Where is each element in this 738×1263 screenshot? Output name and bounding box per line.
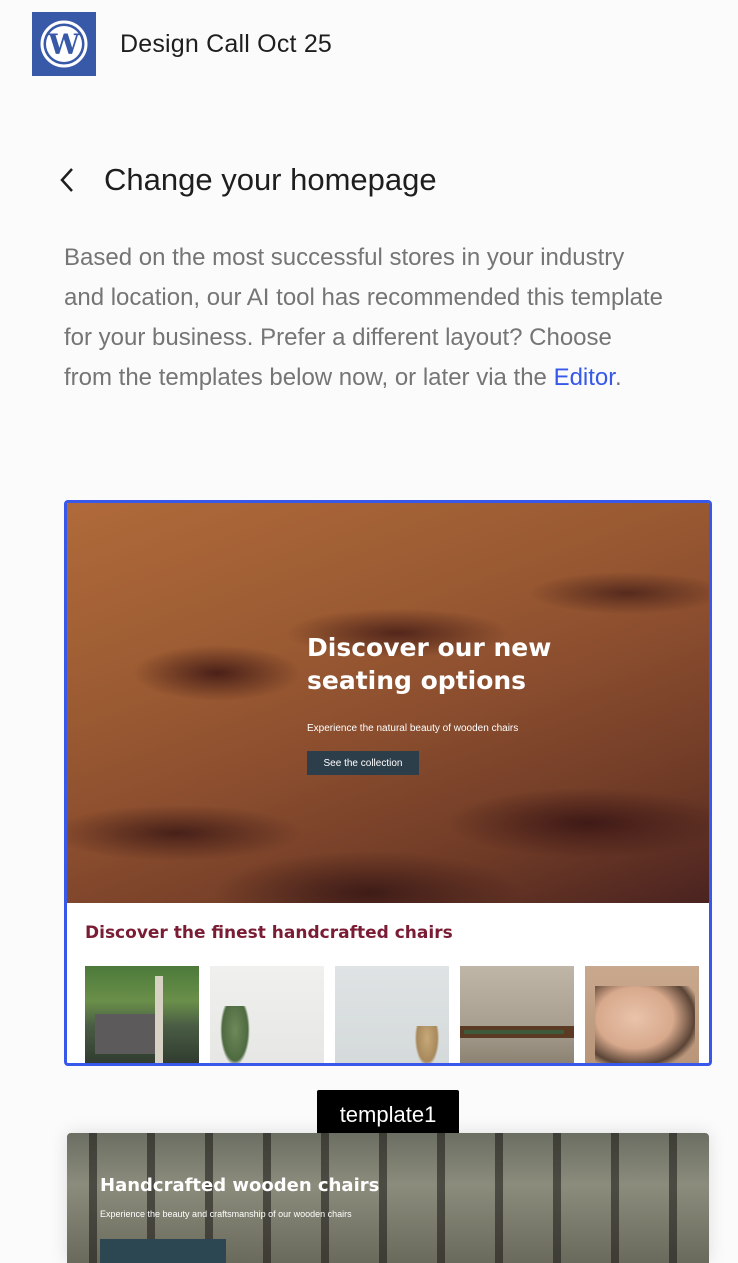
- hero-heading: Handcrafted wooden chairs: [100, 1175, 380, 1196]
- hero-button: [100, 1239, 226, 1263]
- hero-button: See the collection: [307, 751, 419, 775]
- thumbnail-dried-grass-image: [335, 966, 449, 1063]
- chevron-left-icon: [60, 168, 73, 192]
- thumbnail-hands-soil-image: [585, 966, 699, 1063]
- thumbnail-house-image: [85, 966, 199, 1063]
- hero-subtitle: Experience the natural beauty of wooden …: [307, 723, 519, 734]
- back-button[interactable]: [52, 164, 84, 196]
- site-title: Design Call Oct 25: [120, 30, 333, 58]
- thumbnail-plant-image: [210, 966, 324, 1063]
- panel-description: Based on the most successful stores in y…: [64, 238, 664, 398]
- svg-text:W: W: [47, 28, 80, 61]
- editor-link[interactable]: Editor: [554, 364, 615, 391]
- hero-heading: Discover our new seating options: [307, 633, 552, 695]
- template-card-1[interactable]: Discover our new seating options Experie…: [64, 500, 712, 1066]
- top-bar: W Design Call Oct 25: [0, 0, 738, 88]
- wordpress-logo-icon[interactable]: W: [32, 12, 96, 76]
- thumbnail-shelf-image: [460, 966, 574, 1063]
- hero-image-desert: Discover our new seating options Experie…: [67, 503, 709, 903]
- template-card-2[interactable]: Handcrafted wooden chairs Experience the…: [67, 1133, 709, 1263]
- panel-title: Change your homepage: [104, 162, 437, 197]
- hero-subtitle: Experience the beauty and craftsmanship …: [100, 1209, 352, 1219]
- description-end: .: [614, 364, 622, 391]
- section-heading: Discover the finest handcrafted chairs: [85, 923, 453, 943]
